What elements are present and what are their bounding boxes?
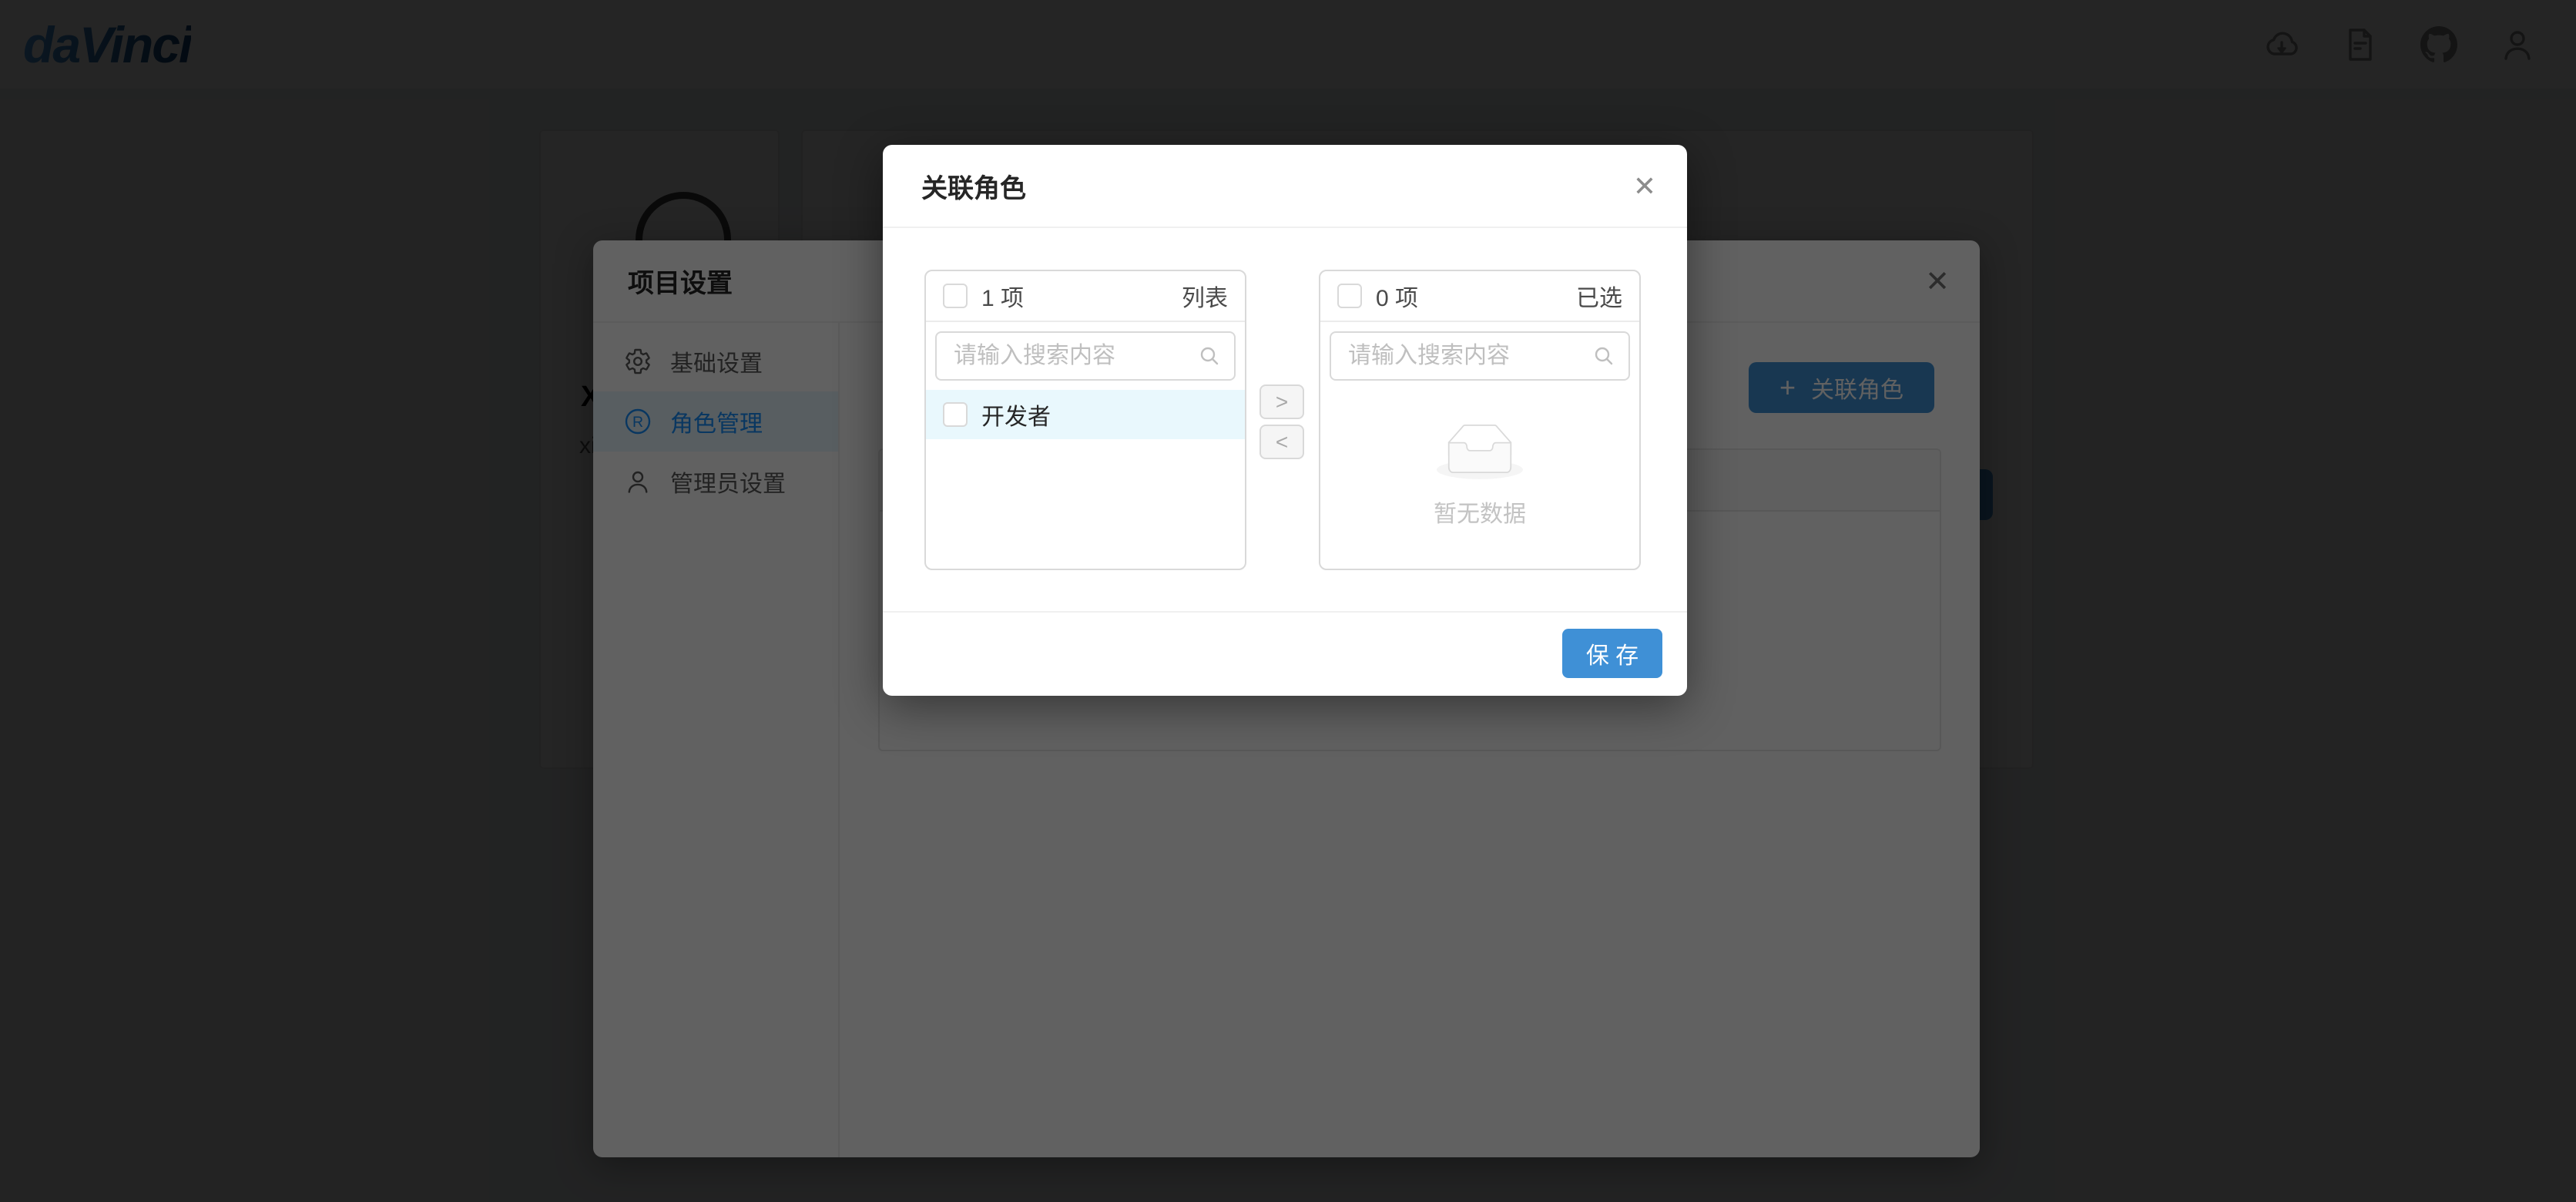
transfer-source-head: 1 项 列表 [926,271,1245,322]
transfer-target-panel: 0 项 已选 请输入搜索内容 暂无数据 [1319,270,1641,570]
item-checkbox[interactable] [943,402,968,427]
move-left-button[interactable]: < [1259,425,1304,459]
search-icon [1595,347,1613,365]
relate-role-footer: 保 存 [883,611,1687,696]
close-icon[interactable]: ✕ [1602,145,1687,228]
relate-role-title: 关联角色 [921,173,1026,203]
transfer-target-title: 已选 [1576,286,1622,311]
search-input[interactable] [1330,331,1630,381]
empty-state: 暂无数据 [1320,424,1639,529]
transfer-source-panel: 1 项 列表 开发者 [924,270,1246,570]
select-all-checkbox[interactable] [1337,284,1362,308]
empty-box-icon [1437,425,1523,479]
relate-role-header: 关联角色 [883,145,1687,228]
relate-role-modal: 关联角色 ✕ 1 项 列表 开发者 > < [883,145,1687,696]
search-input[interactable] [935,331,1236,381]
transfer-item-label: 开发者 [981,405,1051,430]
save-button[interactable]: 保 存 [1562,629,1662,678]
transfer-item-developer[interactable]: 开发者 [926,390,1245,439]
transfer-source-title: 列表 [1182,286,1228,311]
select-all-checkbox[interactable] [943,284,968,308]
transfer-source-search [935,331,1236,381]
empty-state-text: 暂无数据 [1434,502,1526,527]
stage: daVinci [0,0,2576,1202]
transfer-target-head: 0 项 已选 [1320,271,1639,322]
search-icon [1200,347,1219,365]
transfer-source-count: 1 项 [981,286,1025,311]
move-right-button[interactable]: > [1259,384,1304,419]
transfer-target-count: 0 项 [1376,286,1419,311]
transfer-target-search [1330,331,1630,381]
